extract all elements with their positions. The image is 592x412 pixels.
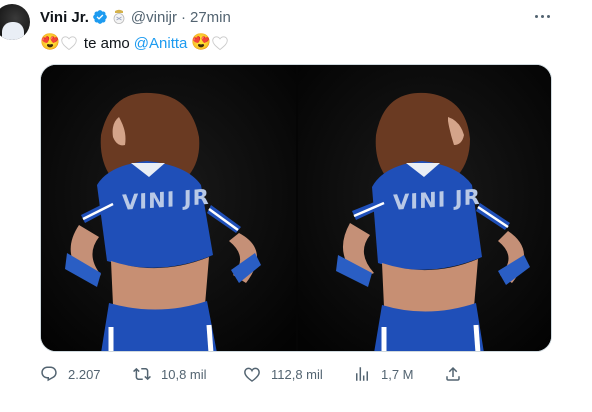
verified-badge-icon <box>93 10 107 24</box>
tweet: Vini Jr. @vinijr · 27min 😍 te amo @Anitt… <box>0 0 592 412</box>
views-button[interactable]: 1,7 M <box>353 364 414 384</box>
views-count: 1,7 M <box>381 366 414 382</box>
white-heart-icon <box>61 36 77 51</box>
separator-dot: · <box>180 8 186 26</box>
tweet-actions: 2.207 10,8 mil 112,8 mil 1,7 M <box>40 364 480 384</box>
author-name[interactable]: Vini Jr. <box>40 9 89 26</box>
author-handle[interactable]: @vinijr <box>131 9 177 26</box>
more-icon[interactable] <box>530 8 554 24</box>
tweet-text: 😍 te amo @Anitta 😍 <box>40 32 229 54</box>
share-button[interactable] <box>444 364 462 384</box>
reply-count: 2.207 <box>68 366 101 382</box>
tweet-header: Vini Jr. @vinijr · 27min <box>40 7 231 27</box>
white-heart-icon <box>212 36 229 51</box>
like-button[interactable]: 112,8 mil <box>243 364 323 384</box>
tweet-timestamp[interactable]: 27min <box>190 9 231 26</box>
retweet-icon <box>133 367 151 381</box>
retweet-count: 10,8 mil <box>161 366 207 382</box>
reply-button[interactable]: 2.207 <box>40 364 101 384</box>
heart-eyes-emoji: 😍 <box>40 34 60 51</box>
reply-icon <box>41 366 57 382</box>
avatar[interactable] <box>0 4 30 40</box>
share-icon <box>446 366 460 381</box>
views-icon <box>356 367 368 381</box>
club-crest-icon <box>113 9 125 24</box>
heart-eyes-emoji: 😍 <box>191 34 212 51</box>
mention-link[interactable]: @Anitta <box>134 35 188 52</box>
retweet-button[interactable]: 10,8 mil <box>133 364 207 384</box>
like-count: 112,8 mil <box>271 366 323 382</box>
like-icon <box>244 367 260 382</box>
tweet-text-body: te amo <box>83 34 130 52</box>
